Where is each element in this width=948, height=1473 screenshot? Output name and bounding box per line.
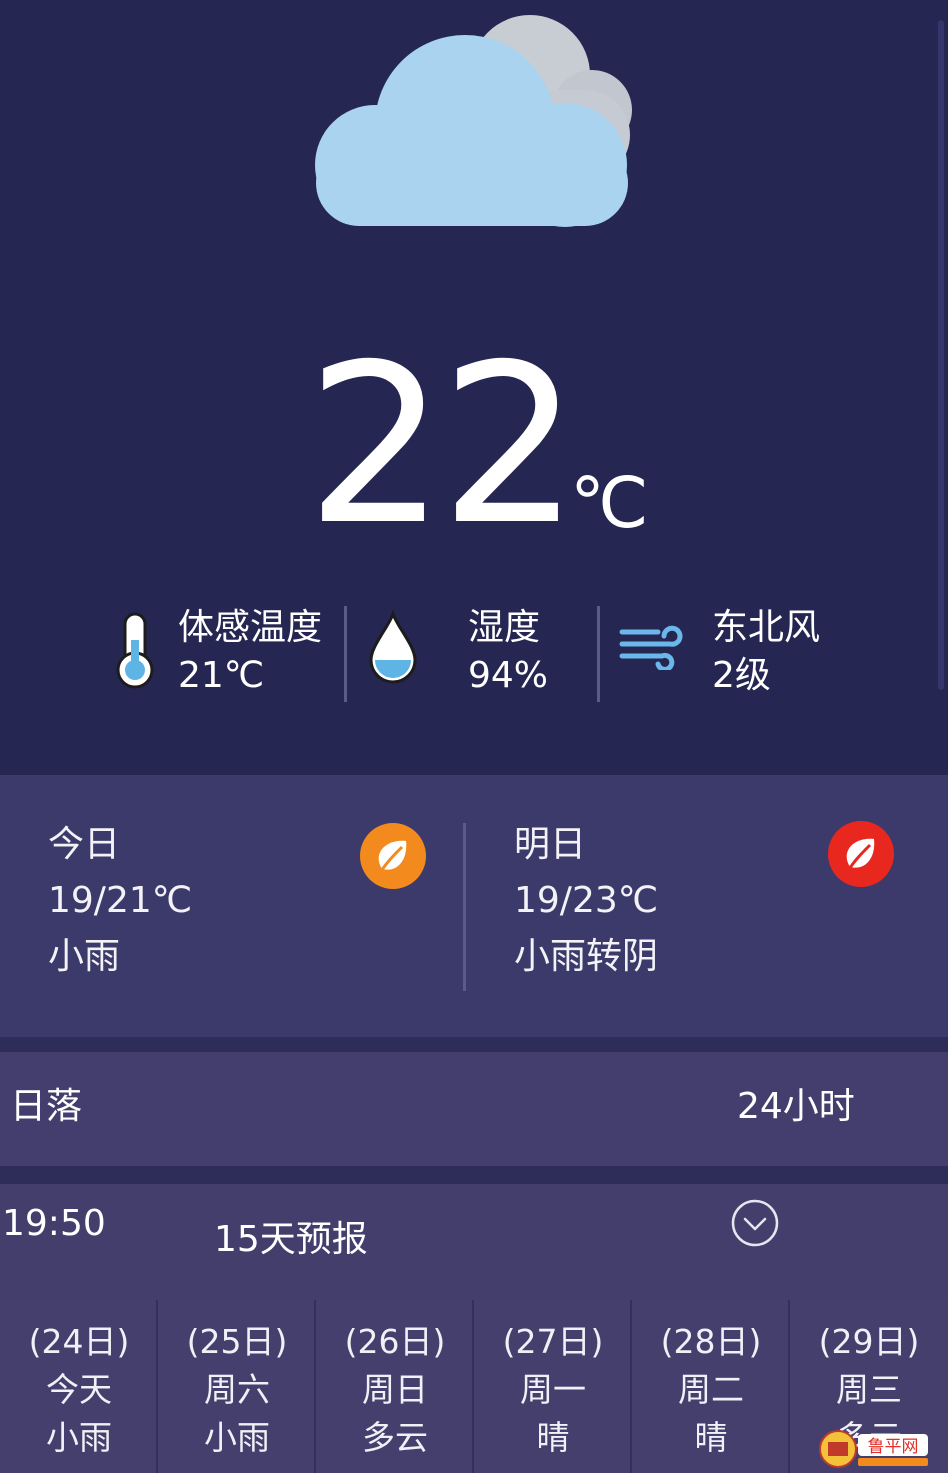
stat-divider — [344, 606, 347, 702]
day-weather: 多云 — [362, 1418, 428, 1457]
stat-wind: 东北风 2级 — [618, 600, 848, 700]
scrollbar[interactable] — [938, 20, 944, 690]
forecast-header-row[interactable]: 19:50 15天预报 — [0, 1184, 948, 1300]
day-week: 周三 — [836, 1370, 902, 1409]
tomorrow-condition: 小雨转阴 — [514, 936, 659, 977]
tomorrow-card[interactable]: 明日 19/23℃ 小雨转阴 — [466, 775, 948, 1037]
feels-like-value: 21℃ — [178, 655, 265, 696]
forecast-day[interactable]: (25日) 周六 小雨 — [158, 1300, 316, 1473]
weather-stats: 体感温度 21℃ 湿度 94% 东北风 2级 — [0, 600, 948, 710]
day-weather: 晴 — [536, 1418, 570, 1457]
watermark-text: 鲁平网 — [868, 1437, 919, 1457]
hours-24-label[interactable]: 24小时 — [737, 1085, 855, 1129]
chevron-down-icon[interactable] — [730, 1198, 780, 1248]
day-weather: 晴 — [694, 1418, 728, 1457]
thermometer-icon — [110, 610, 160, 694]
daily-forecast-list: (24日) 今天 小雨 (25日) 周六 小雨 (26日) 周日 多云 (27日… — [0, 1300, 948, 1473]
day-weather: 小雨 — [204, 1418, 270, 1457]
day-weather: 小雨 — [46, 1418, 112, 1457]
section-gap — [0, 1037, 948, 1052]
humidity-label: 湿度 — [468, 607, 541, 648]
watermark-logo: 鲁平网 — [818, 1428, 930, 1470]
day-date: (28日) — [660, 1322, 762, 1361]
temperature-unit: ℃ — [570, 462, 649, 544]
forecast-day[interactable]: (28日) 周二 晴 — [632, 1300, 790, 1473]
humidity-value: 94% — [468, 655, 549, 696]
stat-feels-like: 体感温度 21℃ — [110, 600, 340, 700]
day-date: (29日) — [818, 1322, 920, 1361]
temperature-value: 22 — [306, 317, 580, 573]
sunset-row[interactable]: 日落 24小时 — [0, 1052, 948, 1166]
air-quality-leaf-icon — [360, 823, 426, 889]
day-date: (26日) — [344, 1322, 446, 1361]
today-tomorrow-cards: 今日 19/21℃ 小雨 明日 19/23℃ 小雨转阴 — [0, 775, 948, 1037]
wind-icon — [618, 624, 686, 674]
day-week: 周一 — [520, 1370, 586, 1409]
day-week: 今天 — [46, 1370, 112, 1409]
day-date: (27日) — [502, 1322, 604, 1361]
forecast-day[interactable]: (26日) 周日 多云 — [316, 1300, 474, 1473]
today-card[interactable]: 今日 19/21℃ 小雨 — [0, 775, 464, 1037]
air-quality-leaf-icon — [828, 821, 894, 887]
sunset-label: 日落 — [10, 1086, 83, 1127]
current-weather-panel: 22 ℃ 体感温度 21℃ 湿度 94% 东北风 2级 — [0, 0, 948, 775]
current-temperature: 22 ℃ — [0, 317, 948, 573]
today-condition: 小雨 — [48, 936, 121, 977]
day-week: 周六 — [204, 1370, 270, 1409]
tomorrow-label: 明日 — [514, 824, 587, 865]
tomorrow-range: 19/23℃ — [514, 880, 659, 921]
stat-humidity: 湿度 94% — [366, 600, 586, 700]
today-range: 19/21℃ — [48, 880, 193, 921]
forecast-day[interactable]: (27日) 周一 晴 — [474, 1300, 632, 1473]
day-week: 周日 — [362, 1370, 428, 1409]
day-date: (25日) — [186, 1322, 288, 1361]
wind-level-value: 2级 — [712, 655, 771, 696]
water-drop-icon — [366, 609, 420, 690]
day-week: 周二 — [678, 1370, 744, 1409]
wind-direction-label: 东北风 — [712, 607, 821, 648]
section-gap — [0, 1166, 948, 1184]
forecast-15-day-title[interactable]: 15天预报 — [214, 1218, 368, 1262]
feels-like-label: 体感温度 — [178, 607, 323, 648]
today-label: 今日 — [48, 824, 121, 865]
day-date: (24日) — [28, 1322, 130, 1361]
stat-divider — [597, 606, 600, 702]
forecast-day[interactable]: (24日) 今天 小雨 — [0, 1300, 158, 1473]
sunset-time: 19:50 — [2, 1203, 106, 1244]
cloud-icon — [310, 10, 640, 240]
